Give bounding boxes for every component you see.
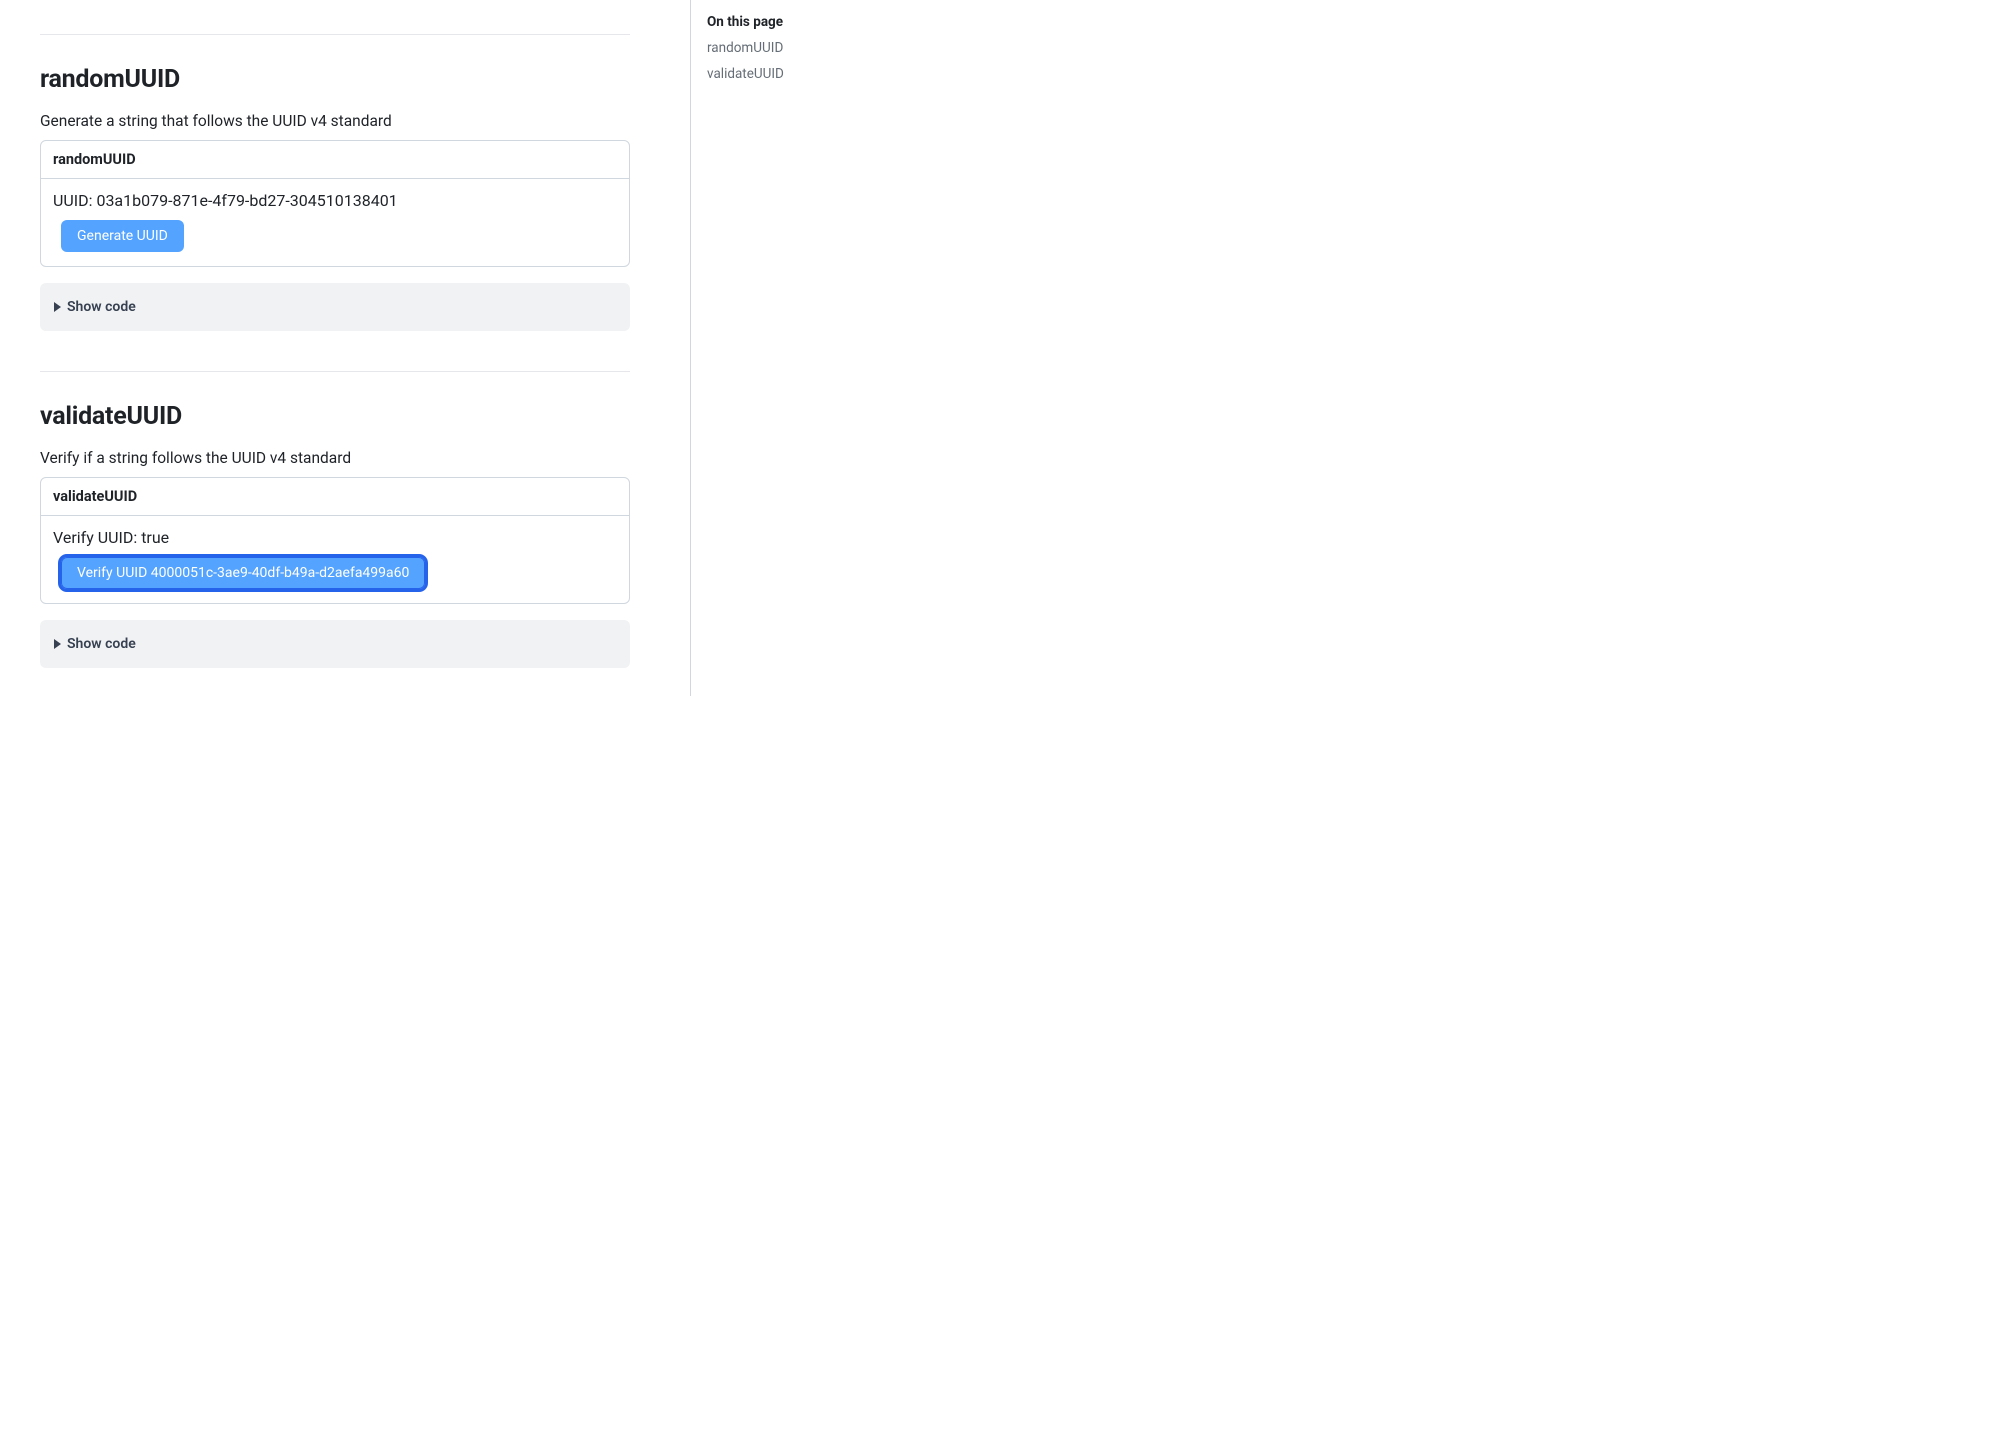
show-code-toggle[interactable]: Show code <box>40 283 630 331</box>
heading-randomuuid: randomUUID <box>40 65 630 94</box>
show-code-label: Show code <box>67 636 136 652</box>
desc-randomuuid: Generate a string that follows the UUID … <box>40 112 630 130</box>
show-code-label: Show code <box>67 299 136 315</box>
toc-title: On this page <box>707 14 870 30</box>
table-of-contents: On this page randomUUID validateUUID <box>690 0 870 696</box>
divider <box>40 371 630 372</box>
chevron-right-icon <box>54 639 61 649</box>
toc-link-randomuuid[interactable]: randomUUID <box>707 40 870 56</box>
chevron-right-icon <box>54 302 61 312</box>
heading-validateuuid: validateUUID <box>40 402 630 431</box>
toc-link-validateuuid[interactable]: validateUUID <box>707 66 870 82</box>
uuid-output: UUID: 03a1b079-871e-4f79-bd27-3045101384… <box>53 191 617 210</box>
example-card-validateuuid: validateUUID Verify UUID: true Verify UU… <box>40 477 630 604</box>
card-title: validateUUID <box>41 478 629 516</box>
divider <box>40 34 630 35</box>
section-randomuuid: randomUUID Generate a string that follow… <box>40 65 630 331</box>
show-code-toggle[interactable]: Show code <box>40 620 630 668</box>
generate-uuid-button[interactable]: Generate UUID <box>61 220 184 252</box>
desc-validateuuid: Verify if a string follows the UUID v4 s… <box>40 449 630 467</box>
card-title: randomUUID <box>41 141 629 179</box>
verify-uuid-button[interactable]: Verify UUID 4000051c-3ae9-40df-b49a-d2ae… <box>61 557 425 589</box>
verify-output: Verify UUID: true <box>53 528 617 547</box>
example-card-randomuuid: randomUUID UUID: 03a1b079-871e-4f79-bd27… <box>40 140 630 267</box>
section-validateuuid: validateUUID Verify if a string follows … <box>40 402 630 668</box>
